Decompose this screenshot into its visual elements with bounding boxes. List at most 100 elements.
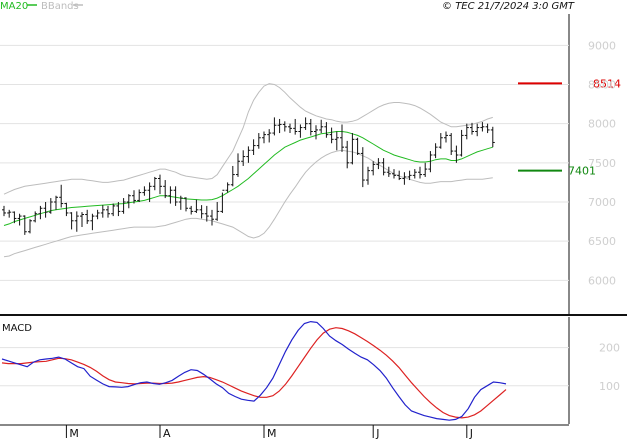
month-tick-label: M xyxy=(267,427,277,440)
price-y-tick-label: 8000 xyxy=(588,118,616,131)
ohlc-bar xyxy=(69,212,74,230)
month-tick-label: J xyxy=(375,427,379,440)
ohlc-bar xyxy=(308,118,313,136)
month-tick-label: M xyxy=(69,427,79,440)
macd-y-tick-label: 200 xyxy=(599,342,620,355)
macd-signal-line xyxy=(1,327,507,419)
ohlc-bar xyxy=(204,205,209,222)
ohlc-bar xyxy=(392,169,396,179)
ohlc-bar xyxy=(262,131,266,144)
ohlc-bar xyxy=(225,182,230,193)
ohlc-bar xyxy=(319,119,324,134)
ohlc-bar xyxy=(158,174,162,195)
ohlc-bar xyxy=(282,121,287,132)
ohlc-bar xyxy=(272,117,277,136)
ma20-polyline xyxy=(3,131,493,226)
ohlc-bar xyxy=(350,133,355,165)
ohlc-bar xyxy=(100,205,105,218)
macd-line xyxy=(1,320,507,421)
ohlc-bar xyxy=(444,131,448,143)
ohlc-bar xyxy=(433,143,438,159)
ohlc-bar xyxy=(355,137,360,155)
ohlc-bar xyxy=(490,126,495,148)
ohlc-bar xyxy=(111,203,116,217)
ohlc-bar xyxy=(85,209,90,224)
ohlc-bar xyxy=(199,205,204,219)
price-y-tick-label: 8500 xyxy=(588,78,616,91)
chart-canvas: 85147401 6000650070007500800085009000 10… xyxy=(0,1,627,440)
price-y-tick-label: 6000 xyxy=(588,274,616,287)
bb-upper-line xyxy=(3,83,493,195)
ohlc-bar xyxy=(371,161,376,176)
ohlc-bar xyxy=(2,205,6,217)
ohlc-bar xyxy=(277,118,282,134)
ohlc-bar xyxy=(168,186,173,204)
legend-bbands: BBands xyxy=(41,1,79,12)
bollinger-bands xyxy=(3,83,493,258)
ohlc-bar xyxy=(418,166,422,179)
ohlc-bar xyxy=(293,118,298,135)
ohlc-bar xyxy=(64,202,69,217)
ohlc-bar xyxy=(314,125,318,140)
price-y-tick-label: 7500 xyxy=(588,157,616,170)
ohlc-bar xyxy=(345,140,350,169)
ohlc-bar xyxy=(38,205,43,220)
ohlc-bar xyxy=(360,147,365,188)
ohlc-bar xyxy=(215,201,220,221)
ma20-line xyxy=(3,131,493,226)
ohlc-bar xyxy=(54,195,58,210)
macd-title: MACD xyxy=(2,323,32,334)
ohlc-bar xyxy=(397,170,402,181)
ohlc-bar xyxy=(80,212,84,228)
ohlc-bar xyxy=(334,131,339,151)
price-y-tick-label: 6500 xyxy=(588,235,616,248)
ohlc-bar xyxy=(241,150,246,166)
ohlc-bar xyxy=(256,133,261,149)
ohlc-bar xyxy=(210,209,214,226)
ohlc-bar xyxy=(288,123,292,134)
ohlc-bar xyxy=(230,165,235,187)
macd-panel: 100 200 xyxy=(0,320,620,421)
ohlc-bar xyxy=(189,205,194,215)
ohlc-bar xyxy=(251,139,256,155)
ohlc-bar xyxy=(246,146,251,163)
ohlc-bar xyxy=(412,169,417,179)
ohlc-bar xyxy=(475,123,480,137)
ohlc-bar xyxy=(236,153,240,177)
ohlc-bar xyxy=(137,189,142,202)
ohlc-bar xyxy=(152,176,157,191)
ohlc-bar xyxy=(366,166,370,185)
ohlc-bar xyxy=(324,122,329,138)
ohlc-bar xyxy=(464,123,469,140)
ohlc-bar xyxy=(423,162,428,177)
copyright-text: © TEC 21/7/2024 3:0 GMT xyxy=(442,1,575,12)
price-y-tick-label: 7000 xyxy=(588,196,616,209)
ohlc-bar xyxy=(173,186,178,206)
grid-lines xyxy=(0,44,569,281)
ohlc-bar xyxy=(106,205,110,218)
legend-ma20: MA20 xyxy=(0,1,28,12)
ohlc-bar xyxy=(340,124,344,152)
price-bars xyxy=(2,117,495,235)
ohlc-bar xyxy=(267,129,272,143)
macd-y-tick-label: 100 xyxy=(599,380,620,393)
price-y-tick-label: 9000 xyxy=(588,39,616,52)
ohlc-bar xyxy=(298,124,303,138)
ohlc-bar xyxy=(438,133,443,149)
month-tick-label: J xyxy=(469,427,473,440)
ohlc-bar xyxy=(74,211,79,232)
month-tick-label: A xyxy=(163,427,171,440)
ohlc-bar xyxy=(43,201,48,218)
ohlc-bar xyxy=(59,184,64,208)
ohlc-bar xyxy=(459,129,464,157)
ohlc-bar xyxy=(329,127,334,144)
ohlc-bar xyxy=(485,123,490,134)
ohlc-bar xyxy=(121,198,126,214)
ohlc-bar xyxy=(33,211,38,223)
ohlc-bar xyxy=(95,209,100,220)
ohlc-bar xyxy=(7,209,12,218)
ohlc-bar xyxy=(90,213,95,231)
ohlc-bar xyxy=(449,133,454,155)
ohlc-bar xyxy=(142,186,147,196)
ohlc-bar xyxy=(126,194,131,209)
